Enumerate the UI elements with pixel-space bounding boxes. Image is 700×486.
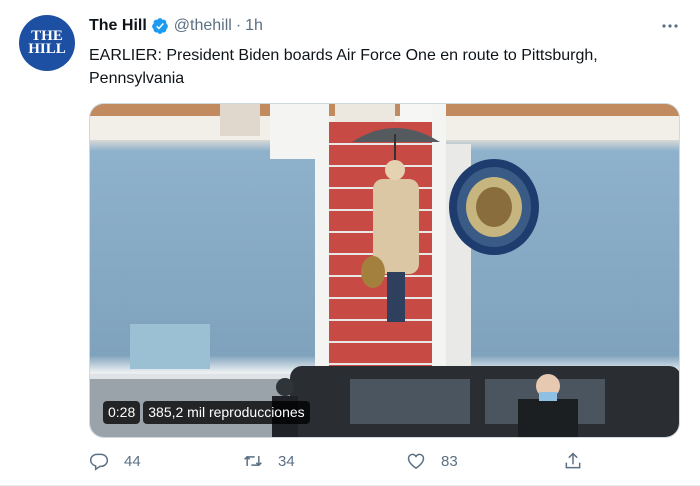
author-handle[interactable]: @thehill [174, 17, 232, 35]
timestamp[interactable]: 1h [245, 17, 263, 35]
avatar[interactable]: THE HILL [19, 15, 75, 71]
video-player[interactable] [89, 103, 680, 438]
share-icon [565, 452, 581, 469]
tweet[interactable]: THE HILL The Hill @thehill · 1h EARLIER:… [0, 0, 700, 486]
video-views: 385,2 mil reproducciones [143, 401, 310, 424]
avatar-text-line2: HILL [28, 41, 66, 57]
separator-dot: · [235, 17, 242, 34]
share-button[interactable] [563, 451, 598, 471]
retweet-icon [244, 455, 262, 467]
like-count: 83 [441, 452, 458, 470]
reply-button[interactable]: 44 [89, 451, 141, 471]
tweet-text: EARLIER: President Biden boards Air Forc… [89, 47, 598, 87]
video-overlay: 0:28 385,2 mil reproducciones [103, 401, 310, 424]
reply-icon [89, 453, 109, 471]
video-frame [90, 104, 679, 437]
retweet-button[interactable]: 34 [243, 451, 295, 471]
verified-badge-icon [151, 18, 168, 34]
tweet-header: The Hill @thehill · 1h [89, 14, 680, 38]
video-duration: 0:28 [103, 401, 141, 424]
reply-count: 44 [124, 452, 141, 470]
like-button[interactable]: 83 [406, 451, 458, 471]
like-icon [407, 453, 425, 469]
author-name[interactable]: The Hill [89, 17, 147, 35]
action-bar: 44 34 83 [89, 451, 674, 479]
more-icon[interactable] [660, 16, 680, 36]
retweet-count: 34 [278, 452, 295, 470]
